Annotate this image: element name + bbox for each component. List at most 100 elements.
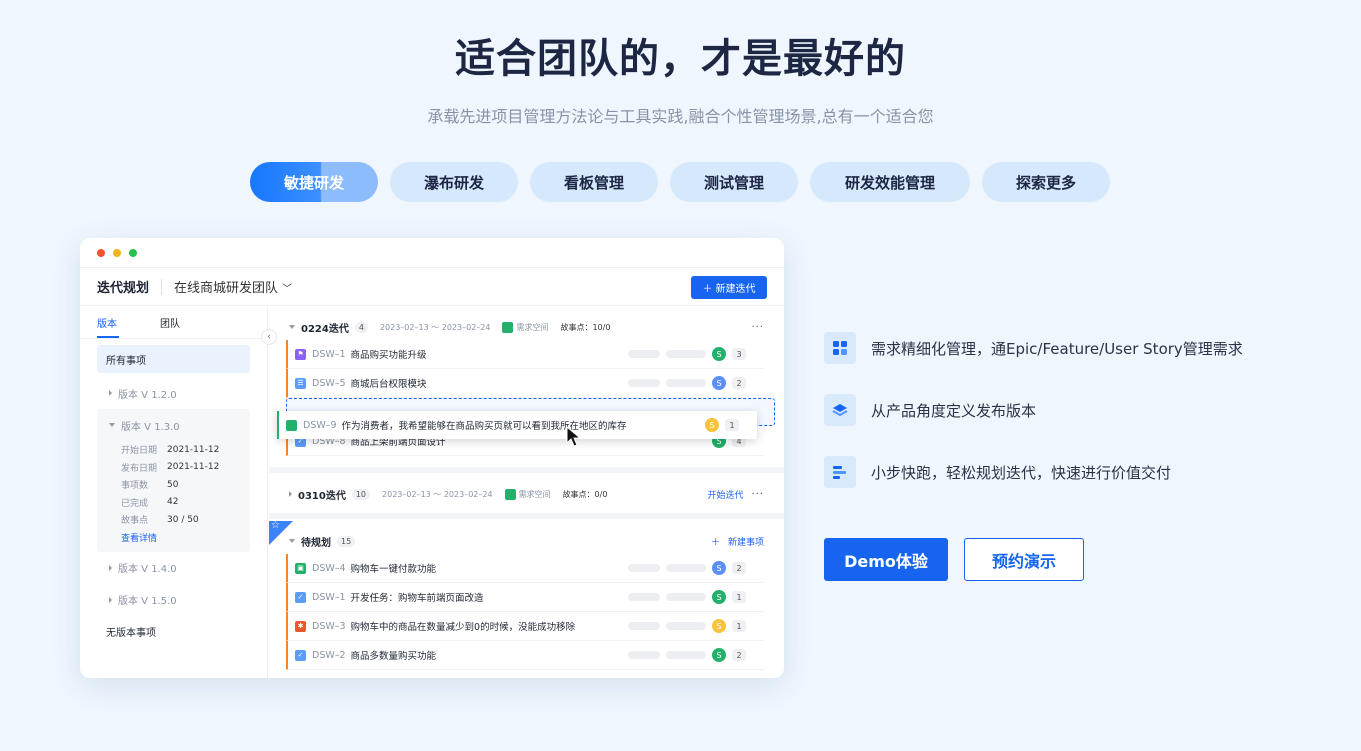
version-label: 版本 V 1.4.0 (118, 564, 177, 575)
window-controls (80, 238, 784, 268)
story-icon: ▣ (295, 562, 306, 574)
caret-right-icon (289, 491, 292, 497)
version-label: 版本 V 1.3.0 (121, 421, 180, 433)
checkbox-icon: ✓ (295, 591, 306, 603)
detail-key: 事项数 (121, 481, 149, 492)
plus-icon: ＋ (702, 284, 713, 295)
item-code: DSW–5 (312, 377, 346, 389)
tab-testing[interactable]: 测试管理 (670, 162, 798, 202)
version-detail-row: 已完成 42 (97, 494, 250, 512)
sidebar-version-item[interactable]: 版本 V 1.3.0 (97, 409, 250, 441)
avatar: S (712, 619, 726, 633)
checkbox-icon: ✓ (295, 649, 306, 661)
detail-key: 故事点 (121, 516, 149, 527)
side-tab-version[interactable]: 版本 (97, 315, 117, 330)
collapse-sidebar-icon[interactable]: ‹ (261, 329, 277, 345)
caret-right-icon (109, 564, 112, 571)
placeholder-pill (628, 651, 660, 659)
item-name: 商城后台权限模块 (350, 379, 427, 390)
placeholder-pill (628, 379, 660, 387)
tab-agile[interactable]: 敏捷研发 (250, 162, 378, 202)
version-label: 版本 V 1.2.0 (118, 389, 177, 401)
side-tab-team[interactable]: 团队 (160, 315, 180, 330)
tab-explore-more[interactable]: 探索更多 (982, 162, 1110, 202)
version-sidebar: 版本 团队 所有事项 版本 V 1.2.0 版本 V 1.3.0 开始日期 202… (80, 307, 268, 678)
count-badge: 15 (337, 535, 356, 547)
placeholder-pill (666, 622, 706, 630)
detail-value: 50 (167, 479, 179, 490)
tab-kanban[interactable]: 看板管理 (530, 162, 658, 202)
bars-icon (824, 456, 856, 488)
table-row[interactable]: ✱ DSW–3 购物车中的商品在数量减少到0的时候，没能成功移除 S1 (286, 612, 764, 641)
iteration-date: 2023–02–13 ～ 2023–02–24 (379, 322, 491, 332)
placeholder-pill (628, 622, 660, 630)
points-badge: 2 (732, 562, 746, 574)
tab-waterfall[interactable]: 瀑布研发 (390, 162, 518, 202)
item-code: DSW–9 (303, 419, 337, 431)
table-row[interactable]: ✓ DSW–1 开发任务：购物车前端页面改造 S1 (286, 583, 764, 612)
sidebar-item-all[interactable]: 所有事项 (97, 345, 250, 373)
item-name: 商品多数量购买功能 (350, 651, 437, 662)
divider (161, 278, 163, 295)
new-iteration-label: 新建迭代 (715, 284, 756, 295)
tab-efficiency[interactable]: 研发效能管理 (810, 162, 970, 202)
space-icon (502, 321, 514, 333)
more-icon[interactable]: ··· (751, 489, 764, 500)
version-detail-row: 发布日期 2021-11-12 (97, 459, 250, 477)
caret-right-icon (109, 390, 112, 396)
caret-down-icon (289, 325, 295, 329)
table-row[interactable]: ⚑ DSW–1 商品购买功能升级 S3 (286, 340, 764, 369)
sidebar-version-item[interactable]: 版本 V 1.5.0 (80, 584, 267, 616)
page-title: 适合团队的，才是最好的 (455, 36, 906, 82)
table-row[interactable]: ✓ DSW–2 商品多数量购买功能 S2 (286, 641, 764, 670)
sidebar-version-item[interactable]: 版本 V 1.4.0 (80, 552, 267, 584)
table-row[interactable]: ▣ DSW–4 购物车一键付款功能 S2 (286, 554, 764, 583)
start-iteration-link[interactable]: 开始迭代 (707, 488, 743, 501)
view-detail-link[interactable]: 查看详情 (97, 529, 250, 546)
feature-text: 从产品角度定义发布版本 (871, 401, 1037, 420)
new-item-link[interactable]: 新建事项 (728, 535, 764, 548)
app-title: 迭代规划 (97, 281, 150, 296)
star-icon: ☆ (271, 520, 280, 531)
iteration-date: 2023–02–13 ～ 2023–02–24 (382, 489, 493, 499)
detail-value: 2021-11-12 (167, 444, 220, 455)
demo-button[interactable]: Demo体验 (824, 538, 948, 581)
table-row[interactable]: ☰ DSW–5 商城后台权限模块 S2 (286, 369, 764, 398)
list-icon: ☰ (295, 377, 306, 389)
points-badge: 1 (732, 591, 746, 603)
caret-down-icon (109, 423, 115, 427)
item-name: 购物车一键付款功能 (350, 564, 437, 575)
placeholder-pill (628, 564, 660, 572)
story-points: 故事点：10/0 (560, 322, 611, 332)
more-icon[interactable]: ··· (751, 322, 764, 333)
avatar: S (705, 418, 719, 432)
iteration-group-header[interactable]: 0310迭代 10 2023–02–13 ～ 2023–02–24 需求空间 故… (289, 482, 764, 506)
book-demo-button[interactable]: 预约演示 (964, 538, 1084, 581)
placeholder-pill (666, 593, 706, 601)
detail-value: 30 / 50 (167, 514, 199, 525)
avatar: S (712, 590, 726, 604)
space-label: 需求空间 (518, 489, 551, 499)
dragging-row[interactable]: DSW–9 作为消费者，我希望能够在商品购买页就可以看到我所在地区的库存 S1 (277, 411, 757, 439)
placeholder-pill (628, 350, 660, 358)
maximize-dot-icon (129, 248, 137, 257)
sidebar-item-no-version[interactable]: 无版本事项 (80, 616, 267, 648)
grid-icon (824, 332, 856, 364)
placeholder-pill (666, 379, 706, 387)
group-divider (269, 513, 784, 519)
sidebar-version-item[interactable]: 版本 V 1.2.0 (80, 377, 267, 409)
team-selector[interactable]: 在线商城研发团队 ﹀ (174, 277, 292, 296)
avatar: S (712, 561, 726, 575)
feature-item: 从产品角度定义发布版本 (824, 394, 1036, 426)
space-icon (504, 488, 516, 500)
space-label: 需求空间 (516, 322, 549, 332)
new-iteration-button[interactable]: ＋新建迭代 (691, 276, 767, 299)
detail-key: 开始日期 (121, 446, 158, 457)
item-code: DSW–4 (312, 562, 346, 574)
item-code: DSW–1 (312, 348, 346, 360)
iteration-group-header[interactable]: 0224迭代 4 2023–02–13 ～ 2023–02–24 需求空间 故事… (289, 315, 764, 339)
mouse-cursor-icon (566, 426, 582, 447)
detail-key: 已完成 (121, 498, 149, 509)
item-name: 商品购买功能升级 (350, 350, 427, 361)
iteration-group-header[interactable]: 待规划 15 ＋ 新建事项 (289, 529, 764, 553)
